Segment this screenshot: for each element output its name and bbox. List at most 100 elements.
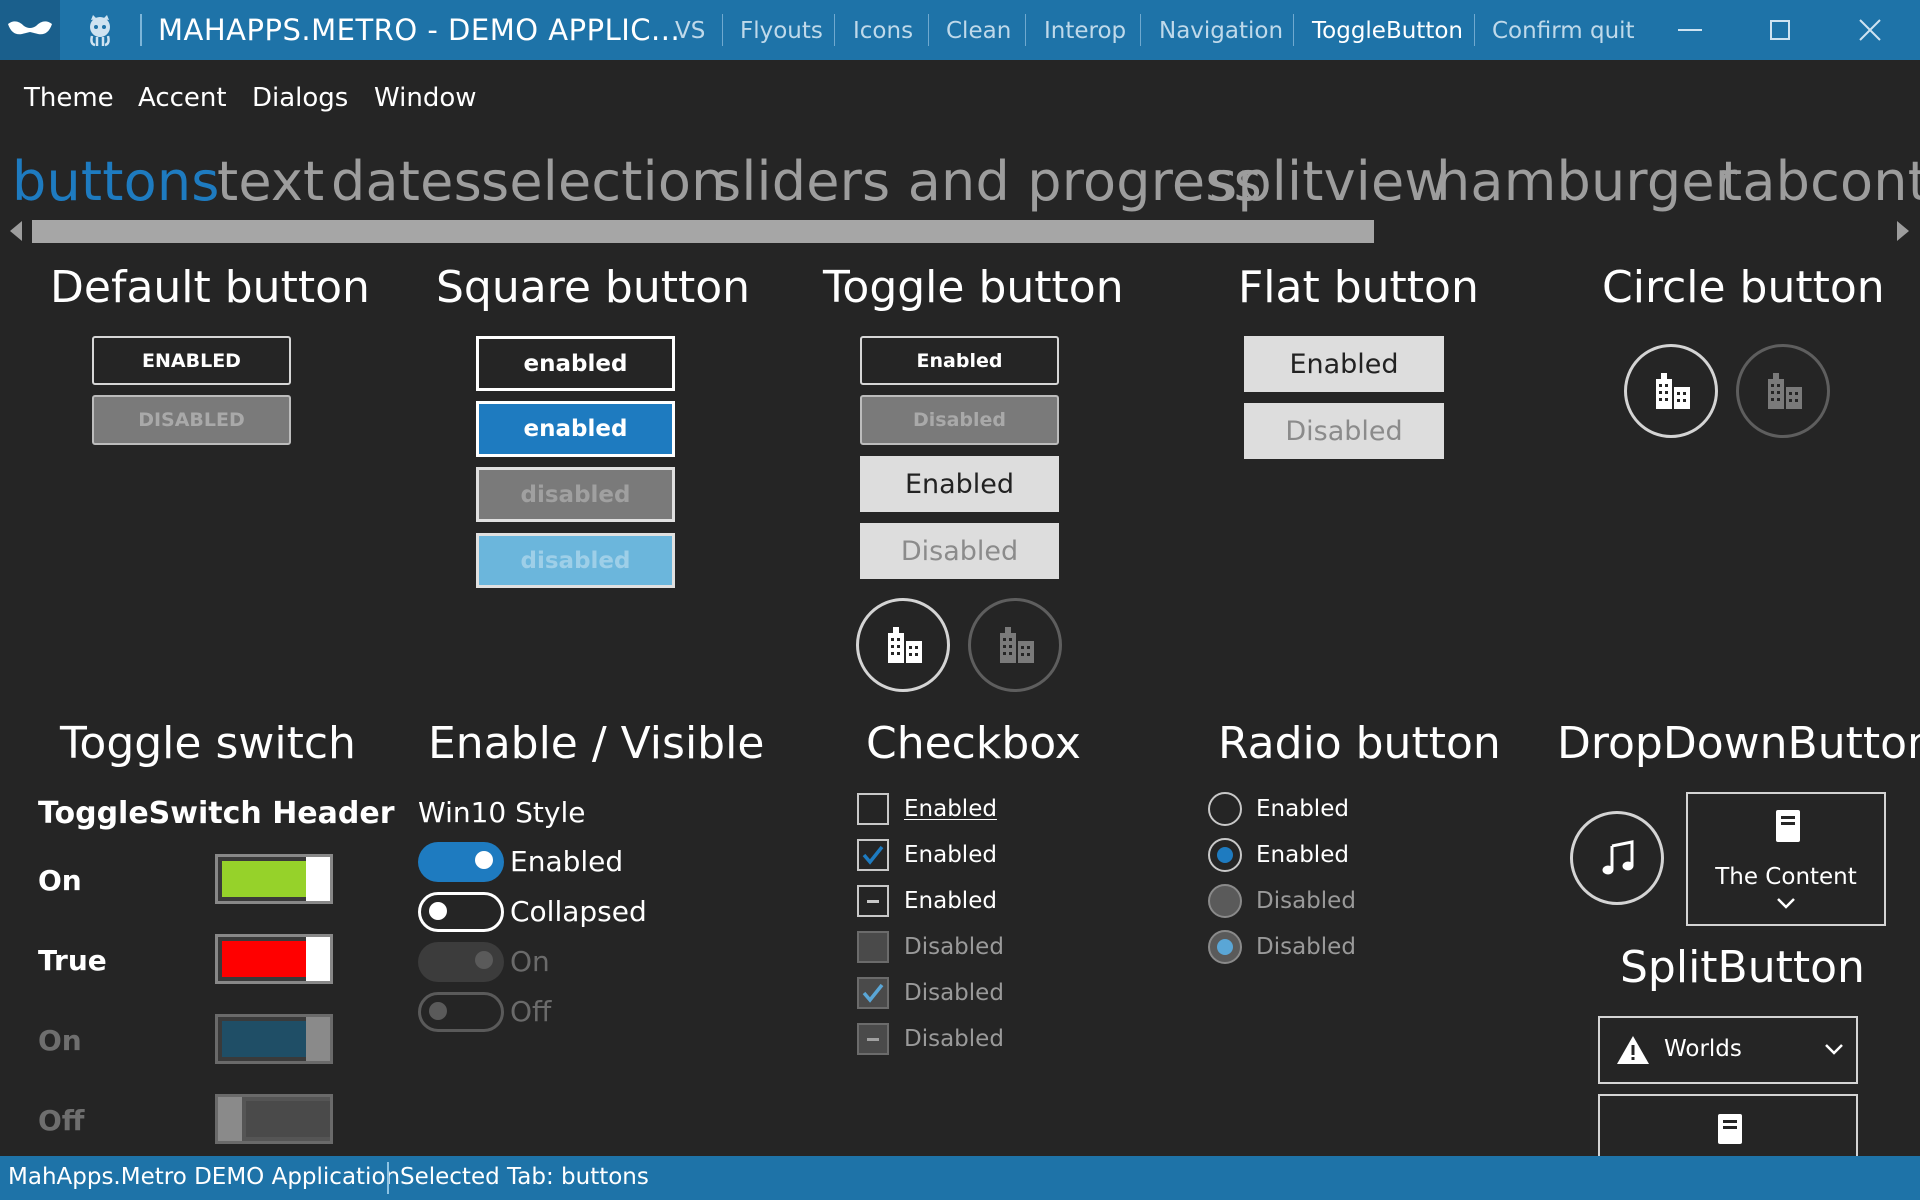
- flat-enabled-button[interactable]: Enabled: [1244, 336, 1444, 392]
- split-button-title: SplitButton: [1620, 942, 1865, 993]
- checkbox-indeterminate[interactable]: [857, 885, 889, 917]
- square-disabled-button: disabled: [476, 467, 675, 522]
- checkbox-disabled-indeterminate: [857, 1023, 889, 1055]
- status-separator: [387, 1162, 389, 1194]
- checkbox-label: Enabled: [904, 842, 997, 868]
- menu-window[interactable]: Window: [374, 83, 477, 113]
- toggle-knob: [475, 851, 493, 869]
- title-command-togglebutton[interactable]: ToggleButton: [1312, 18, 1463, 44]
- radio-selected[interactable]: [1208, 838, 1242, 872]
- toggle-switch-thumb: [218, 1097, 242, 1141]
- minimize-button[interactable]: [1645, 0, 1735, 60]
- github-octocat-icon[interactable]: [82, 12, 118, 48]
- content-dropdown-button[interactable]: The Content: [1686, 792, 1886, 926]
- checkbox-label: Disabled: [904, 934, 1004, 960]
- tab-dates[interactable]: dates: [331, 150, 482, 213]
- checkbox-disabled-checked: [857, 977, 889, 1009]
- toggle-enabled-button[interactable]: Enabled: [860, 336, 1059, 385]
- checkbox-label: Disabled: [904, 980, 1004, 1006]
- toggle-switch-label: On: [38, 1024, 82, 1057]
- square-enabled-accent-button[interactable]: enabled: [476, 401, 675, 457]
- checkbox-disabled-unchecked: [857, 931, 889, 963]
- title-command-separator: [1140, 14, 1141, 46]
- notebook-icon: [1776, 810, 1800, 842]
- tab-hamburger[interactable]: hamburger: [1436, 150, 1737, 213]
- default-disabled-button: DISABLED: [92, 395, 291, 445]
- enabled-toggle-switch[interactable]: [418, 842, 504, 882]
- toggle-switch-true[interactable]: [215, 934, 333, 984]
- radio-label: Enabled: [1256, 796, 1349, 822]
- title-command-flyouts[interactable]: Flyouts: [740, 18, 823, 44]
- worlds-split-button[interactable]: Worlds: [1598, 1016, 1858, 1084]
- checkbox-unchecked[interactable]: [857, 793, 889, 825]
- close-icon: [1859, 19, 1881, 41]
- maximize-button[interactable]: [1735, 0, 1825, 60]
- title-command-separator: [1025, 14, 1026, 46]
- radio-unselected[interactable]: [1208, 792, 1242, 826]
- menu-theme[interactable]: Theme: [24, 83, 114, 113]
- disabled-off-toggle-switch: [418, 992, 504, 1032]
- notebook-icon: [1718, 1114, 1742, 1144]
- radio-label: Enabled: [1256, 842, 1349, 868]
- checkbox-checked[interactable]: [857, 839, 889, 871]
- indeterminate-mark-icon: [867, 1038, 879, 1041]
- title-command-vs[interactable]: VS: [675, 18, 705, 44]
- maximize-icon: [1770, 20, 1790, 40]
- menu-dialogs[interactable]: Dialogs: [252, 83, 348, 113]
- split-button-secondary[interactable]: [1598, 1094, 1858, 1156]
- toggle-switch-fill: [222, 861, 310, 897]
- city-icon: [1000, 627, 1034, 663]
- circle-enabled-button[interactable]: [1624, 344, 1718, 438]
- radio-label: Disabled: [1256, 934, 1356, 960]
- indeterminate-mark-icon: [867, 900, 879, 903]
- title-command-separator: [1474, 14, 1475, 46]
- tab-scrollbar-thumb[interactable]: [32, 220, 1374, 243]
- toggle-flat-disabled-button: Disabled: [860, 523, 1059, 579]
- toggle-button-title: Toggle button: [823, 262, 1124, 313]
- title-command-confirm-quit[interactable]: Confirm quit: [1492, 18, 1635, 44]
- tab-scroll-right-icon[interactable]: [1897, 221, 1909, 241]
- circle-disabled-button: [1736, 344, 1830, 438]
- default-enabled-button[interactable]: ENABLED: [92, 336, 291, 385]
- tab-sliders-and-progress[interactable]: sliders and progress: [713, 150, 1262, 213]
- checkbox-label: Enabled: [904, 888, 997, 914]
- toggle-circle-disabled-button: [968, 598, 1062, 692]
- tab-splitview[interactable]: splitview: [1209, 150, 1449, 213]
- mahapps-logo-icon[interactable]: [0, 0, 60, 60]
- collapsed-toggle-switch[interactable]: [418, 892, 504, 932]
- close-button[interactable]: [1825, 0, 1915, 60]
- tab-selection[interactable]: selection: [481, 150, 726, 213]
- title-command-interop[interactable]: Interop: [1044, 18, 1126, 44]
- city-icon: [1656, 373, 1690, 409]
- music-note-icon: [1602, 840, 1634, 875]
- title-command-icons[interactable]: Icons: [853, 18, 913, 44]
- checkmark-icon: [862, 845, 884, 865]
- title-command-separator: [834, 14, 835, 46]
- toggle-switch-header: ToggleSwitch Header: [38, 796, 395, 831]
- enabled-toggle-label: Enabled: [510, 845, 624, 878]
- tab-buttons[interactable]: buttons: [12, 150, 220, 213]
- music-circle-dropdown-button[interactable]: [1570, 811, 1664, 905]
- square-enabled-button[interactable]: enabled: [476, 336, 675, 391]
- menu-accent[interactable]: Accent: [138, 83, 227, 113]
- toggle-knob: [429, 902, 447, 920]
- split-button-selected-label: Worlds: [1664, 1036, 1742, 1062]
- toggle-switch-fill: [246, 1101, 330, 1137]
- title-command-clean[interactable]: Clean: [946, 18, 1011, 44]
- window-title: MAHAPPS.METRO - DEMO APPLIC...: [158, 13, 681, 47]
- radio-disabled-selected: [1208, 930, 1242, 964]
- warning-icon: [1617, 1036, 1649, 1064]
- disabled-off-toggle-label: Off: [510, 995, 552, 1028]
- chevron-down-icon[interactable]: [1824, 1042, 1844, 1056]
- tab-text[interactable]: text: [217, 150, 324, 213]
- title-command-navigation[interactable]: Navigation: [1159, 18, 1283, 44]
- radio-label: Disabled: [1256, 888, 1356, 914]
- toggle-disabled-button: Disabled: [860, 395, 1059, 445]
- toggle-flat-enabled-button[interactable]: Enabled: [860, 456, 1059, 512]
- tab-scroll-left-icon[interactable]: [10, 221, 22, 241]
- circle-button-title: Circle button: [1602, 262, 1885, 313]
- radio-dot-icon: [1217, 847, 1233, 863]
- toggle-circle-button[interactable]: [856, 598, 950, 692]
- tab-tabcontrol[interactable]: tabcontr: [1721, 150, 1920, 213]
- toggle-switch-on[interactable]: [215, 854, 333, 904]
